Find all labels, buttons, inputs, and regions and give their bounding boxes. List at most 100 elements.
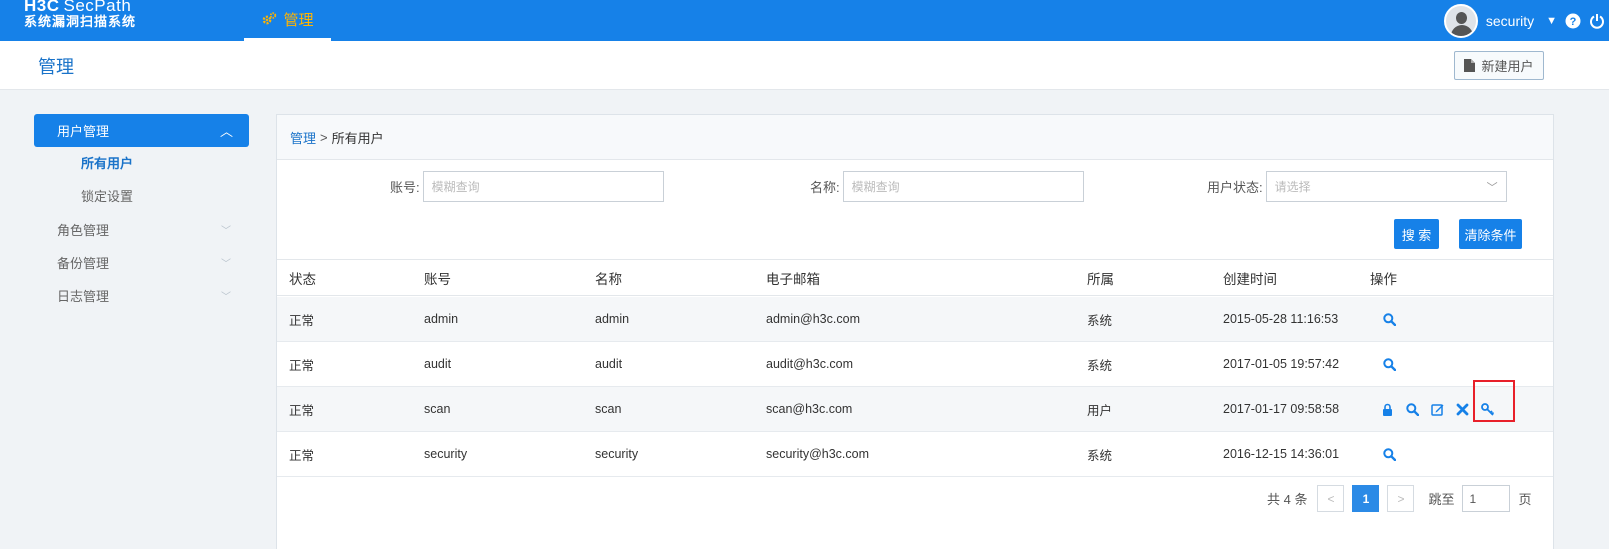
name-input[interactable] — [842, 171, 1084, 202]
power-icon[interactable] — [1589, 13, 1605, 29]
username[interactable]: security — [1486, 13, 1534, 29]
status-filter: 用户状态: 请选择 ﹀ — [1207, 171, 1507, 202]
logo-product: SecPath — [63, 0, 132, 15]
new-user-label: 新建用户 — [1481, 59, 1534, 74]
lock-icon[interactable] — [1381, 403, 1394, 416]
cell-status: 正常 — [289, 448, 315, 463]
edit-icon[interactable] — [1431, 403, 1444, 416]
pager-next-button[interactable]: > — [1387, 485, 1415, 512]
cell-belong: 系统 — [1087, 448, 1113, 463]
chevron-up-icon: ︿ — [219, 124, 233, 139]
cell-name: admin — [595, 312, 630, 326]
column-header-status: 状态 — [289, 271, 316, 287]
sidebar-item-label: 日志管理 — [57, 289, 110, 304]
logo: H3C SecPath 系统漏洞扫描系统 — [24, 0, 136, 30]
column-header-created: 创建时间 — [1223, 271, 1277, 287]
table-row: 正常 admin admin admin@h3c.com 系统 2015-05-… — [277, 297, 1553, 342]
delete-x-icon[interactable] — [1456, 403, 1469, 416]
view-search-icon[interactable] — [1383, 447, 1396, 461]
account-filter: 账号: — [390, 171, 664, 202]
pager-prev-button[interactable]: < — [1317, 485, 1345, 512]
clear-filters-button[interactable]: 清除条件 — [1459, 219, 1522, 249]
avatar[interactable] — [1443, 3, 1478, 38]
sidebar-item-role-management[interactable]: 角色管理 ﹀ — [34, 213, 249, 246]
view-search-icon[interactable] — [1406, 402, 1419, 416]
logo-brand: H3C — [24, 0, 60, 15]
top-bar: H3C SecPath 系统漏洞扫描系统 管理 security ▼ ? — [0, 0, 1609, 41]
cell-created: 2015-05-28 11:16:53 — [1223, 312, 1339, 326]
user-area: security ▼ ? — [1443, 0, 1609, 41]
cell-name: scan — [595, 402, 622, 416]
chevron-down-icon: ﹀ — [221, 226, 231, 237]
account-input[interactable] — [422, 171, 664, 202]
cell-email: security@h3c.com — [766, 447, 869, 461]
breadcrumb-separator: > — [320, 129, 328, 145]
chevron-down-icon: ﹀ — [221, 259, 231, 270]
svg-text:?: ? — [1570, 16, 1577, 28]
chevron-down-icon: ﹀ — [1486, 181, 1498, 194]
cell-belong: 系统 — [1087, 358, 1113, 373]
cell-name: security — [595, 447, 639, 461]
page-title: 管理 — [38, 57, 74, 77]
name-filter-label: 名称: — [810, 180, 840, 195]
cell-name: audit — [595, 357, 623, 371]
sidebar-item-label: 角色管理 — [57, 223, 110, 238]
pager-goto-input[interactable]: 1 — [1462, 485, 1511, 512]
cell-email: scan@h3c.com — [766, 402, 853, 416]
new-user-button[interactable]: 新建用户 — [1454, 51, 1544, 80]
table-row: 正常 audit audit audit@h3c.com 系统 2017-01-… — [277, 342, 1553, 387]
nav-tab-manage[interactable]: 管理 — [244, 0, 331, 41]
sidebar: 用户管理 ︿ 所有用户 锁定设置 角色管理 ﹀ 备份管理 ﹀ 日志管理 ﹀ — [34, 114, 249, 312]
pagination: 共 4 条 < 1 > 跳至 1 页 — [1267, 485, 1532, 512]
pager-page-1[interactable]: 1 — [1352, 485, 1380, 512]
document-icon — [1464, 59, 1476, 72]
help-icon[interactable]: ? — [1565, 13, 1581, 29]
view-search-icon[interactable] — [1383, 312, 1396, 326]
breadcrumb: 管理 > 所有用户 — [277, 115, 1553, 160]
cell-created: 2017-01-17 09:58:58 — [1223, 402, 1340, 416]
column-header-account: 账号 — [424, 271, 451, 287]
sidebar-item-log-management[interactable]: 日志管理 ﹀ — [34, 279, 249, 312]
column-header-belong: 所属 — [1087, 271, 1114, 287]
cell-status: 正常 — [289, 358, 315, 373]
chevron-down-icon: ﹀ — [221, 292, 231, 303]
sidebar-item-label: 备份管理 — [57, 256, 110, 271]
sidebar-group-user-management[interactable]: 用户管理 ︿ — [34, 114, 249, 147]
cell-created: 2016-12-15 14:36:01 — [1223, 447, 1340, 461]
cell-actions — [1383, 297, 1396, 341]
account-filter-label: 账号: — [390, 180, 420, 195]
cell-account: security — [424, 447, 468, 461]
cell-account: audit — [424, 357, 452, 371]
status-filter-label: 用户状态: — [1207, 180, 1263, 195]
breadcrumb-root-link[interactable]: 管理 — [290, 128, 316, 147]
cell-belong: 系统 — [1087, 313, 1113, 328]
nav-tab-label: 管理 — [283, 11, 314, 29]
status-select[interactable]: 请选择 ﹀ — [1265, 171, 1507, 202]
sidebar-item-backup-management[interactable]: 备份管理 ﹀ — [34, 246, 249, 279]
highlight-box — [1473, 380, 1515, 422]
view-search-icon[interactable] — [1383, 357, 1396, 371]
column-header-actions: 操作 — [1370, 271, 1397, 287]
gears-icon — [263, 12, 277, 25]
status-select-placeholder: 请选择 — [1274, 180, 1311, 194]
table-header: 状态 账号 名称 电子邮箱 所属 创建时间 操作 — [277, 259, 1553, 296]
sidebar-item-lock-settings[interactable]: 锁定设置 — [34, 180, 249, 213]
pager-page-suffix: 页 — [1518, 492, 1532, 507]
search-button[interactable]: 搜 索 — [1394, 219, 1439, 249]
column-header-email: 电子邮箱 — [766, 271, 820, 287]
caret-down-icon[interactable]: ▼ — [1546, 15, 1557, 27]
pager-goto-label: 跳至 — [1428, 492, 1455, 507]
cell-status: 正常 — [289, 313, 315, 328]
main-panel: 管理 > 所有用户 账号: 名称: 用户状态: 请选择 ﹀ 搜 索 清除条件 状… — [276, 114, 1554, 549]
cell-actions — [1383, 432, 1396, 476]
page-header: 管理 新建用户 — [0, 41, 1609, 90]
breadcrumb-current: 所有用户 — [331, 130, 384, 146]
cell-email: audit@h3c.com — [766, 357, 854, 371]
pager-total: 共 4 条 — [1267, 492, 1308, 507]
cell-account: admin — [424, 312, 459, 326]
table-row: 正常 scan scan scan@h3c.com 用户 2017-01-17 … — [277, 387, 1553, 432]
logo-subtitle: 系统漏洞扫描系统 — [24, 14, 137, 29]
name-filter: 名称: — [810, 171, 1084, 202]
sidebar-item-all-users[interactable]: 所有用户 — [34, 147, 249, 180]
cell-actions — [1383, 342, 1396, 386]
